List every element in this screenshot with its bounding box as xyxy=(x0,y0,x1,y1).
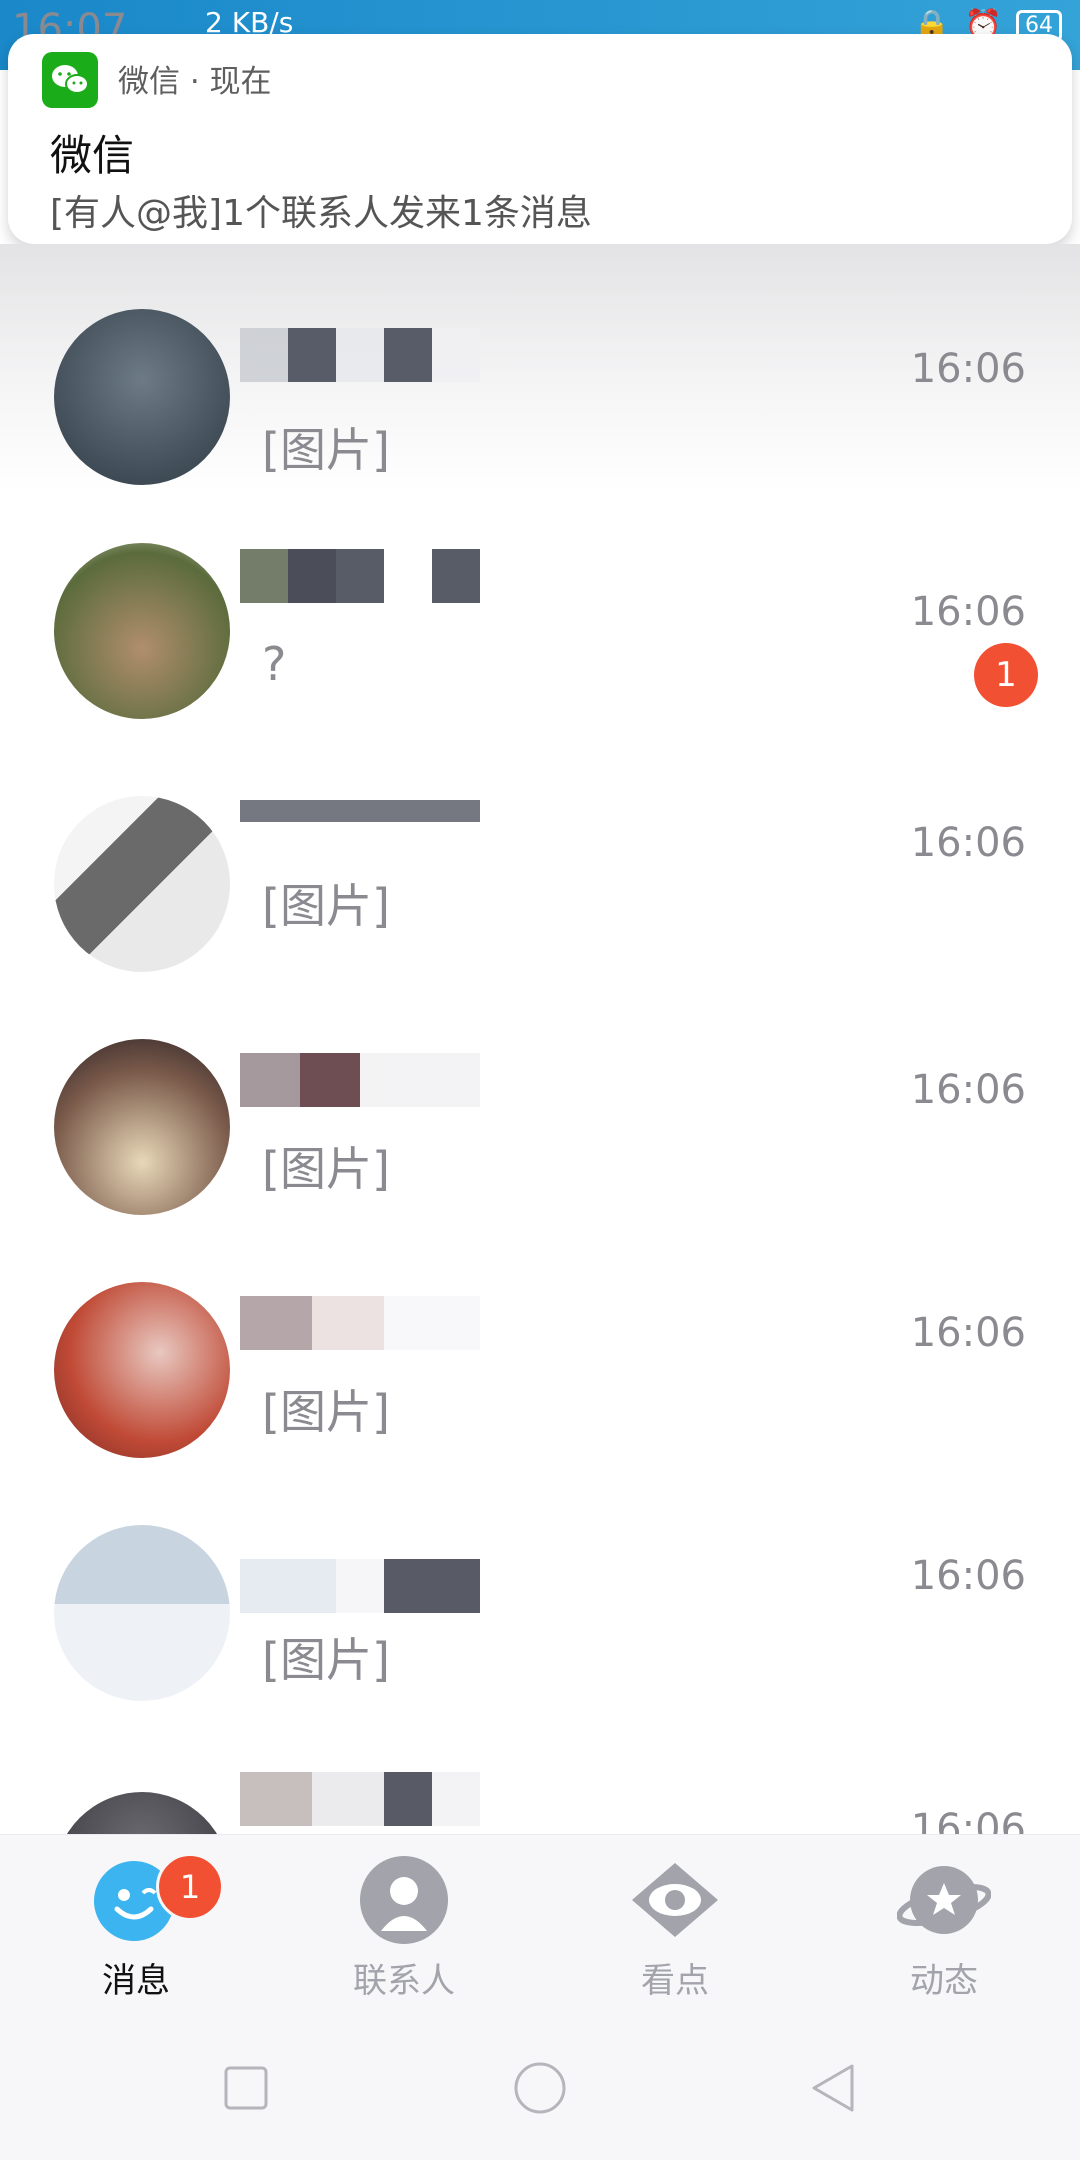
avatar xyxy=(54,1039,230,1215)
last-message: ? xyxy=(262,637,287,691)
eye-icon xyxy=(632,1863,718,1937)
contact-name-redacted xyxy=(240,328,480,382)
last-message: [图片] xyxy=(262,1633,390,1687)
message-time: 16:06 xyxy=(910,1310,1026,1356)
tab-discover[interactable]: 看点 xyxy=(575,1835,775,2011)
avatar xyxy=(54,1525,230,1701)
avatar xyxy=(54,1792,230,1834)
avatar xyxy=(54,543,230,719)
wechat-notification[interactable]: 微信 · 现在 微信 [有人@我]1个联系人发来1条消息 xyxy=(8,34,1072,244)
bottom-tab-bar: 1 消息 联系人 看点 动态 xyxy=(0,1834,1080,2011)
tab-feed[interactable]: 动态 xyxy=(844,1835,1044,2011)
message-time: 16:06 xyxy=(910,1806,1026,1834)
planet-star-icon xyxy=(897,1866,991,1934)
contact-person-icon xyxy=(360,1856,448,1944)
message-time: 16:06 xyxy=(910,589,1026,635)
tab-label: 看点 xyxy=(641,1961,709,2001)
contact-name-redacted xyxy=(240,1296,480,1350)
last-message: [图片] xyxy=(262,1142,390,1196)
avatar xyxy=(54,796,230,972)
last-message: [图片] xyxy=(262,423,390,477)
message-time: 16:06 xyxy=(910,1067,1026,1113)
avatar xyxy=(54,309,230,485)
last-message: [图片] xyxy=(262,1385,390,1439)
conversation-row[interactable]: [图片] 16:06 xyxy=(0,244,1080,487)
conversation-list[interactable]: [图片] 16:06 ? 16:06 1 [图片] 16:06 [图片] 16:… xyxy=(0,244,1080,1834)
conversation-row[interactable]: [图片] 16:06 xyxy=(0,973,1080,1216)
contact-name-redacted xyxy=(240,1053,480,1107)
back-triangle-icon[interactable] xyxy=(804,2060,864,2120)
tab-messages[interactable]: 1 消息 xyxy=(36,1835,236,2011)
system-nav-bar xyxy=(0,2010,1080,2160)
notification-body: [有人@我]1个联系人发来1条消息 xyxy=(50,193,592,234)
tab-contacts[interactable]: 联系人 xyxy=(304,1835,504,2011)
screen: 16:07 2 KB/s 🔒 ⏰ 64 微信 · 现在 微信 [有人@我]1个联… xyxy=(0,0,1080,2160)
conversation-row[interactable]: [图片] 16:06 xyxy=(0,1216,1080,1459)
message-time: 16:06 xyxy=(910,820,1026,866)
conversation-row[interactable]: [图片] 16:06 xyxy=(0,730,1080,973)
last-message: [图片] xyxy=(262,879,390,933)
conversation-row[interactable]: [图片] 16:06 xyxy=(0,1459,1080,1702)
tab-badge: 1 xyxy=(156,1853,224,1921)
contact-name-redacted xyxy=(240,800,480,822)
contact-name-redacted xyxy=(240,549,480,603)
unread-badge: 1 xyxy=(974,643,1038,707)
notification-app-name: 微信 · 现在 xyxy=(118,64,272,100)
conversation-row[interactable]: ? 16:06 1 xyxy=(0,487,1080,730)
notification-title: 微信 xyxy=(50,131,135,180)
conversation-row[interactable]: 16:06 xyxy=(0,1702,1080,1834)
recents-square-icon[interactable] xyxy=(216,2060,276,2120)
tab-label: 消息 xyxy=(102,1961,170,2001)
tab-label: 动态 xyxy=(910,1961,978,2001)
contact-name-redacted xyxy=(240,1559,480,1613)
home-circle-icon[interactable] xyxy=(510,2060,570,2120)
message-time: 16:06 xyxy=(910,346,1026,392)
tab-label: 联系人 xyxy=(353,1961,455,2001)
message-time: 16:06 xyxy=(910,1553,1026,1599)
wechat-icon xyxy=(42,52,98,108)
contact-name-redacted xyxy=(240,1772,480,1826)
avatar xyxy=(54,1282,230,1458)
